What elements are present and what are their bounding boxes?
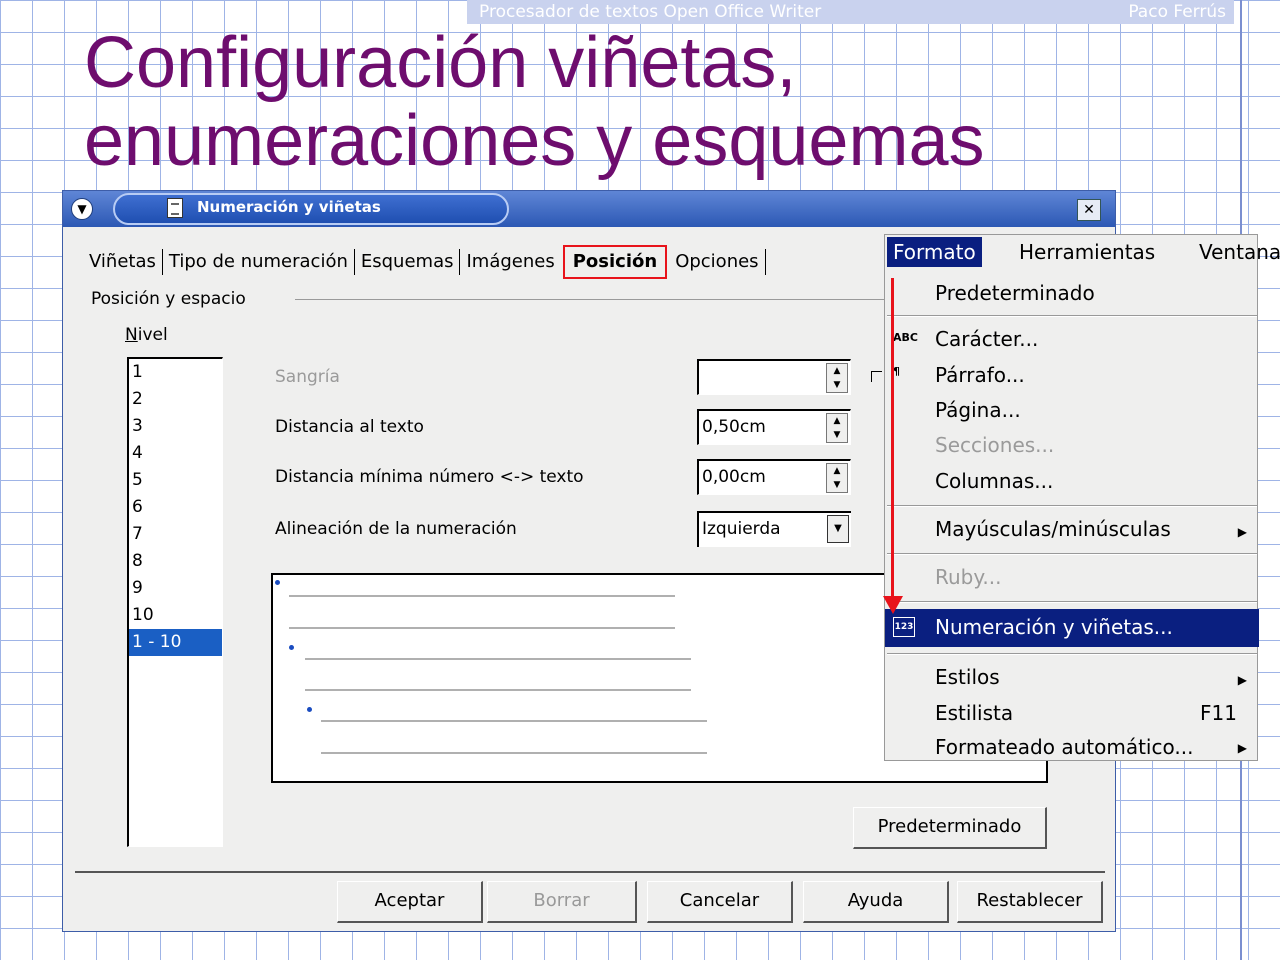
- menu-item-pagina[interactable]: Página...: [935, 398, 1021, 422]
- restablecer-button[interactable]: Restablecer: [957, 881, 1103, 923]
- numbering-icon: 123: [893, 617, 915, 637]
- document-icon: [167, 198, 183, 218]
- alineacion-value: Izquierda: [702, 519, 781, 539]
- preview-line: [321, 752, 707, 754]
- submenu-arrow-icon: ▶: [1237, 741, 1247, 755]
- tab-bar: Viñetas Tipo de numeración Esquemas Imágene…: [83, 245, 766, 279]
- menu-separator: [887, 653, 1257, 655]
- distancia-label: Distancia al texto: [275, 417, 424, 437]
- slide-title: Configuración viñetas, enumeraciones y e…: [84, 24, 985, 180]
- submenu-arrow-icon: ▶: [1237, 525, 1247, 539]
- submenu-arrow-icon: ▶: [1237, 673, 1247, 687]
- minima-label: Distancia mínima número <-> texto: [275, 467, 584, 487]
- nivel-item-all[interactable]: 1 - 10: [129, 629, 222, 656]
- slide-header-author: Paco Ferrús: [1128, 2, 1226, 22]
- chevron-down-icon[interactable]: ▼: [827, 515, 849, 543]
- slide-title-line1: Configuración viñetas,: [84, 23, 797, 103]
- menu-item-numeracion-highlight[interactable]: 123 Numeración y viñetas...: [885, 609, 1259, 647]
- preview-line: [305, 658, 691, 660]
- sangria-label: Sangría: [275, 367, 340, 387]
- tab-vinetas[interactable]: Viñetas: [83, 249, 163, 275]
- tab-imagenes[interactable]: Imágenes: [460, 249, 560, 275]
- menu-item-parrafo[interactable]: Párrafo...: [935, 363, 1025, 387]
- menu-herramientas[interactable]: Herramientas: [1019, 240, 1155, 264]
- bullet-icon: [307, 707, 312, 712]
- borrar-button[interactable]: Borrar: [487, 881, 637, 923]
- sangria-spin-icon: ▲ ▼: [826, 363, 848, 393]
- footer-separator: [75, 871, 1105, 873]
- preview-line: [289, 627, 675, 629]
- preview-line: [305, 689, 691, 691]
- aceptar-button[interactable]: Aceptar: [337, 881, 483, 923]
- close-icon[interactable]: ✕: [1077, 199, 1101, 221]
- predeterminado-button[interactable]: Predeterminado: [853, 807, 1047, 849]
- menubar: Formato Herramientas Ventana: [885, 235, 1280, 271]
- estilista-shortcut: F11: [1200, 701, 1237, 725]
- distancia-value: 0,50cm: [702, 417, 766, 437]
- bullet-icon: [289, 645, 294, 650]
- cancelar-button[interactable]: Cancelar: [647, 881, 793, 923]
- abc-icon: ABC: [893, 331, 918, 344]
- preview-line: [321, 720, 707, 722]
- nivel-item-5[interactable]: 5: [129, 467, 222, 494]
- menu-item-estilos[interactable]: Estilos: [935, 665, 1000, 689]
- annotation-arrow-head: [883, 596, 903, 614]
- nivel-item-2[interactable]: 2: [129, 386, 222, 413]
- menu-separator: [887, 315, 1257, 317]
- bullet-icon: [275, 580, 280, 585]
- dialog-titlebar[interactable]: ▼ Numeración y viñetas ✕: [63, 191, 1115, 227]
- nivel-list[interactable]: 1 2 3 4 5 6 7 8 9 10 1 - 10: [127, 357, 223, 847]
- tab-opciones[interactable]: Opciones: [669, 249, 766, 275]
- group-label-posicion: Posición y espacio: [91, 289, 250, 309]
- distancia-spin-icon[interactable]: ▲ ▼: [826, 413, 848, 443]
- minima-value: 0,00cm: [702, 467, 766, 487]
- tab-esquemas[interactable]: Esquemas: [355, 249, 461, 275]
- menu-formato[interactable]: Formato: [887, 237, 982, 267]
- nivel-item-3[interactable]: 3: [129, 413, 222, 440]
- menu-item-ruby: Ruby...: [935, 565, 1002, 589]
- window-menu-icon[interactable]: ▼: [71, 198, 93, 220]
- menu-separator: [887, 601, 1257, 603]
- menu-item-formateado[interactable]: Formateado automático...: [935, 735, 1193, 759]
- alineacion-label: Alineación de la numeración: [275, 519, 517, 539]
- dialog-title: Numeración y viñetas: [197, 198, 381, 216]
- formato-menu: Formato Herramientas Ventana Predetermin…: [884, 234, 1280, 761]
- annotation-arrow: [891, 278, 894, 598]
- slide-header-title: Procesador de textos Open Office Writer: [479, 2, 822, 22]
- sangria-field: ▲ ▼: [697, 359, 851, 395]
- menu-item-numeracion[interactable]: Numeración y viñetas...: [935, 615, 1173, 639]
- checkbox-icon[interactable]: [871, 371, 882, 382]
- preview-line: [289, 595, 675, 597]
- menu-item-secciones: Secciones...: [935, 433, 1055, 457]
- menu-item-columnas[interactable]: Columnas...: [935, 469, 1053, 493]
- nivel-label: Nivel: [125, 325, 168, 345]
- nivel-item-1[interactable]: 1: [129, 359, 222, 386]
- paragraph-icon: ¶: [893, 365, 900, 378]
- nivel-item-8[interactable]: 8: [129, 548, 222, 575]
- menu-item-mayusculas[interactable]: Mayúsculas/minúsculas: [935, 517, 1171, 541]
- slide-title-line2: enumeraciones y esquemas: [84, 101, 985, 181]
- nivel-item-7[interactable]: 7: [129, 521, 222, 548]
- menu-ventana[interactable]: Ventana: [1199, 240, 1280, 264]
- menu-item-caracter[interactable]: Carácter...: [935, 327, 1038, 351]
- nivel-item-9[interactable]: 9: [129, 575, 222, 602]
- minima-spin-icon[interactable]: ▲ ▼: [826, 463, 848, 493]
- menu-item-estilista[interactable]: Estilista: [935, 701, 1013, 725]
- group-line: [295, 299, 895, 300]
- nivel-label-rest: ivel: [137, 325, 168, 345]
- slide-header: Procesador de textos Open Office Writer …: [467, 0, 1234, 24]
- menu-separator: [887, 505, 1257, 507]
- minima-field[interactable]: 0,00cm ▲ ▼: [697, 459, 851, 495]
- menu-separator: [887, 553, 1257, 555]
- tab-tipo-numeracion[interactable]: Tipo de numeración: [163, 249, 355, 275]
- tab-posicion[interactable]: Posición: [562, 245, 668, 279]
- nivel-item-4[interactable]: 4: [129, 440, 222, 467]
- distancia-field[interactable]: 0,50cm ▲ ▼: [697, 409, 851, 445]
- nivel-item-6[interactable]: 6: [129, 494, 222, 521]
- ayuda-button[interactable]: Ayuda: [803, 881, 949, 923]
- alineacion-select[interactable]: Izquierda ▼: [697, 511, 851, 547]
- nivel-item-10[interactable]: 10: [129, 602, 222, 629]
- menu-item-predeterminado[interactable]: Predeterminado: [935, 281, 1095, 305]
